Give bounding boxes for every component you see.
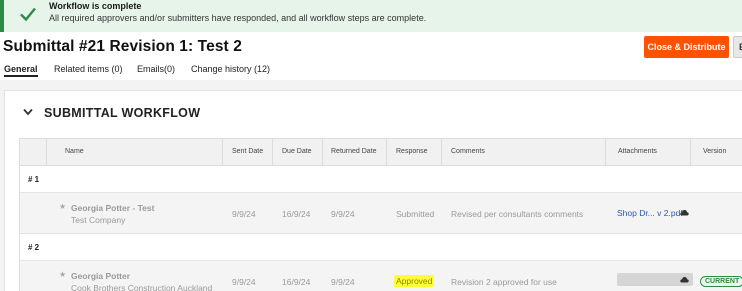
sent-date: 9/9/24 bbox=[232, 277, 256, 287]
tab-emails[interactable]: Emails(0) bbox=[137, 64, 175, 74]
version-badge: CURRENT bbox=[700, 276, 742, 287]
table-header: Name Sent Date Due Date Returned Date Re… bbox=[20, 139, 742, 166]
workflow-step-row: # 1 bbox=[20, 166, 742, 193]
column-header-returned-date[interactable]: Returned Date bbox=[331, 148, 377, 155]
assignee-name: Georgia Potter bbox=[71, 271, 131, 281]
workflow-step-row: # 2 bbox=[20, 234, 742, 261]
close-distribute-button[interactable]: Close & Distribute bbox=[644, 36, 729, 58]
step-label: # 1 bbox=[28, 175, 40, 184]
page-title: Submittal #21 Revision 1: Test 2 bbox=[3, 38, 242, 55]
assignee-name: Georgia Potter - Test bbox=[71, 203, 155, 213]
tab-general[interactable]: General bbox=[4, 64, 38, 77]
workflow-table: Name Sent Date Due Date Returned Date Re… bbox=[19, 138, 742, 291]
cloud-download-icon[interactable] bbox=[680, 276, 689, 283]
column-header-sent-date[interactable]: Sent Date bbox=[232, 148, 263, 155]
banner-title: Workflow is complete bbox=[49, 1, 142, 11]
assignee-company: Test Company bbox=[71, 215, 126, 225]
chevron-down-icon[interactable] bbox=[23, 108, 33, 116]
response-status: Submitted bbox=[396, 209, 435, 219]
table-row[interactable]: ★ Georgia Potter - Test Test Company 9/9… bbox=[20, 193, 742, 234]
step-label: # 2 bbox=[28, 243, 40, 252]
secondary-action-button[interactable]: E bbox=[733, 36, 742, 58]
sent-date: 9/9/24 bbox=[232, 209, 256, 219]
returned-date: 9/9/24 bbox=[331, 209, 355, 219]
comment-text: Revision 2 approved for use bbox=[451, 277, 557, 287]
cloud-download-icon[interactable] bbox=[680, 209, 689, 216]
column-header-comments[interactable]: Comments bbox=[451, 148, 485, 155]
column-header-response[interactable]: Response bbox=[396, 148, 428, 155]
star-icon: ★ bbox=[59, 202, 67, 211]
response-status: Approved bbox=[394, 275, 435, 287]
due-date: 16/9/24 bbox=[282, 209, 311, 219]
assignee-company: Cook Brothers Construction Auckland bbox=[71, 283, 213, 291]
tab-related-items[interactable]: Related items (0) bbox=[54, 64, 123, 74]
tab-change-history[interactable]: Change history (12) bbox=[191, 64, 270, 74]
comment-text: Revised per consultants comments bbox=[451, 209, 584, 219]
workflow-complete-banner: Workflow is complete All required approv… bbox=[0, 0, 742, 32]
due-date: 16/9/24 bbox=[282, 277, 311, 287]
tab-bar: General Related items (0) Emails(0) Chan… bbox=[0, 64, 742, 78]
star-icon: ★ bbox=[59, 270, 67, 279]
column-header-version[interactable]: Version bbox=[703, 148, 726, 155]
returned-date: 9/9/24 bbox=[331, 277, 355, 287]
column-header-name[interactable]: Name bbox=[65, 148, 84, 155]
column-header-due-date[interactable]: Due Date bbox=[282, 148, 312, 155]
check-icon bbox=[20, 7, 36, 22]
table-row[interactable]: ★ Georgia Potter Cook Brothers Construct… bbox=[20, 261, 742, 291]
banner-message: All required approvers and/or submitters… bbox=[49, 13, 427, 23]
column-header-attachments[interactable]: Attachments bbox=[618, 148, 657, 155]
section-title: SUBMITTAL WORKFLOW bbox=[44, 106, 201, 120]
attachment-link[interactable]: Shop Dr... v 2.pdf bbox=[617, 208, 683, 218]
